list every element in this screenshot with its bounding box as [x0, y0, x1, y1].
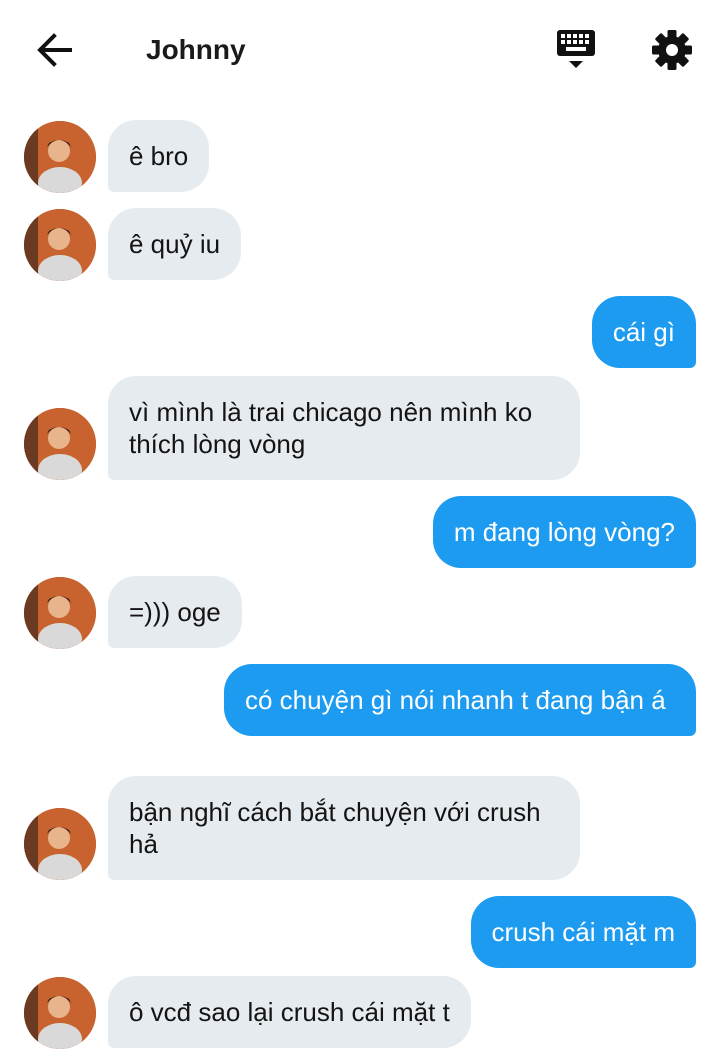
avatar-photo-icon: [24, 577, 96, 649]
avatar[interactable]: [24, 577, 96, 649]
message-list: ê bro ê quỷ iu cái gì vì mình là trai ch…: [0, 100, 720, 1061]
avatar[interactable]: [24, 209, 96, 281]
keyboard-button[interactable]: [552, 26, 600, 74]
message-bubble-outgoing: có chuyện gì nói nhanh t đang bận á: [224, 664, 696, 736]
message-bubble-outgoing: cái gì: [591, 296, 696, 368]
avatar-photo-icon: [24, 121, 96, 193]
avatar-photo-icon: [24, 808, 96, 880]
avatar[interactable]: [24, 408, 96, 480]
message-bubble-incoming: =))) oge: [108, 576, 242, 648]
message-bubble-incoming: vì mình là trai chicago nên mình ko thíc…: [108, 376, 580, 480]
avatar[interactable]: [24, 121, 96, 193]
avatar-photo-icon: [24, 209, 96, 281]
arrow-left-icon: [37, 33, 72, 67]
gear-icon: [652, 30, 692, 70]
keyboard-icon: [557, 30, 595, 68]
avatar-photo-icon: [24, 408, 96, 480]
message-bubble-incoming: ê quỷ iu: [108, 208, 242, 280]
avatar[interactable]: [24, 808, 96, 880]
avatar[interactable]: [24, 977, 96, 1049]
message-bubble-outgoing: crush cái mặt m: [470, 896, 696, 968]
back-button[interactable]: [30, 28, 80, 72]
message-bubble-outgoing: m đang lòng vòng?: [432, 496, 696, 568]
avatar-photo-icon: [24, 977, 96, 1049]
conversation-title: Johnny: [146, 34, 246, 65]
chat-header: Johnny: [0, 0, 720, 100]
message-bubble-incoming: bận nghĩ cách bắt chuyện với crush hả: [108, 776, 580, 880]
message-bubble-incoming: ô vcđ sao lại crush cái mặt t: [108, 976, 471, 1048]
message-bubble-incoming: ê bro: [108, 120, 210, 192]
settings-button[interactable]: [648, 26, 696, 74]
